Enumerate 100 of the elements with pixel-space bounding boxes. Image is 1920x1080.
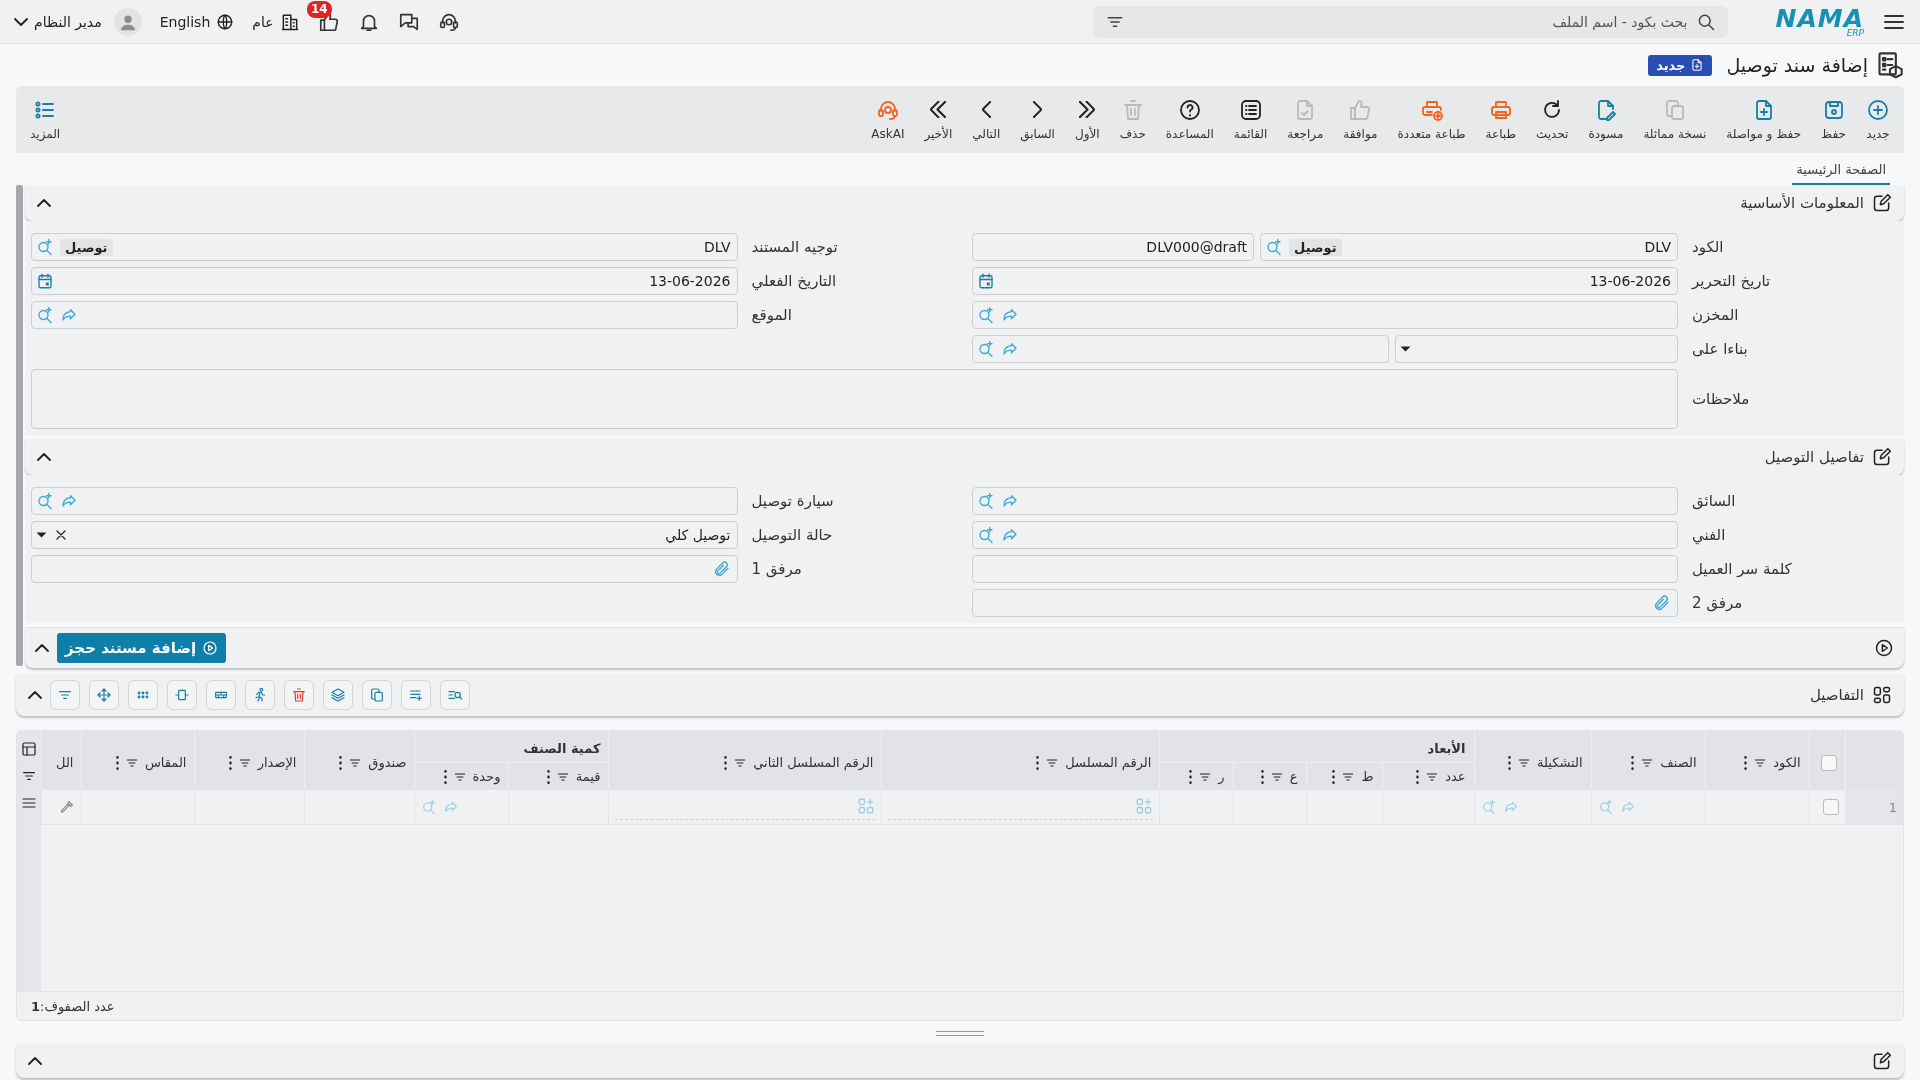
help-button[interactable]: المساعدة — [1157, 94, 1222, 145]
chevron-up-icon[interactable] — [35, 644, 49, 652]
search-field[interactable]: بحث بكود - اسم الملف — [1092, 5, 1728, 38]
column-header[interactable]: المقاس — [144, 755, 187, 770]
lookup-field[interactable] — [31, 487, 738, 515]
paperclip-icon[interactable] — [1653, 594, 1671, 612]
previous-button[interactable]: السابق — [1012, 94, 1063, 145]
kebab-icon[interactable] — [724, 755, 728, 770]
last-button[interactable]: الأخير — [916, 94, 961, 145]
number-field[interactable]: DLV000@draft — [971, 233, 1255, 261]
kebab-icon[interactable] — [1260, 769, 1264, 784]
tool-button[interactable] — [167, 680, 197, 710]
kebab-icon[interactable] — [546, 769, 550, 784]
column-header[interactable]: الرقم المسلسل الثاني — [753, 755, 874, 770]
kebab-icon[interactable] — [1189, 769, 1193, 784]
kebab-icon[interactable] — [1508, 755, 1512, 770]
kebab-icon[interactable] — [1332, 769, 1336, 784]
checkbox[interactable] — [1820, 754, 1837, 771]
play-circle-icon[interactable] — [1874, 638, 1894, 658]
multi-print-button[interactable]: طباعة متعددة — [1389, 94, 1474, 145]
add-booking-document-button[interactable]: إضافة مستند حجز — [57, 633, 227, 663]
tool-button[interactable] — [401, 680, 431, 710]
lookup-field[interactable] — [31, 301, 738, 329]
paperclip-icon[interactable] — [712, 560, 731, 578]
column-header[interactable]: الصنف — [1660, 755, 1697, 770]
section-header[interactable]: التفاصيل — [16, 674, 1904, 716]
text-field[interactable] — [971, 555, 1678, 583]
section-header[interactable]: تفاصيل التوصيل — [25, 439, 1904, 475]
column-header[interactable]: عدد — [1445, 769, 1466, 784]
tool-button[interactable] — [362, 680, 392, 710]
next-button[interactable]: التالي — [964, 94, 1009, 145]
language-button[interactable]: English — [159, 12, 235, 31]
search-plus-icon[interactable] — [36, 238, 54, 256]
kebab-icon[interactable] — [228, 755, 232, 770]
date-field[interactable]: 13-06-2026 — [31, 267, 738, 295]
lookup-field[interactable] — [971, 301, 1678, 329]
column-header[interactable]: الإصدار — [257, 755, 297, 770]
tool-button[interactable] — [89, 680, 119, 710]
search-plus-icon[interactable] — [976, 526, 995, 544]
search-plus-icon[interactable] — [1265, 238, 1284, 256]
list-button[interactable]: القائمة — [1225, 94, 1276, 145]
add-grid-icon[interactable] — [857, 796, 876, 815]
save-continue-button[interactable]: حفظ و مواصلة — [1718, 94, 1810, 145]
dropdown-field[interactable] — [1395, 335, 1678, 363]
caret-icon[interactable] — [1400, 346, 1412, 352]
search-plus-icon[interactable] — [36, 492, 54, 510]
chevron-up-icon[interactable] — [28, 691, 42, 699]
kebab-icon[interactable] — [1744, 755, 1748, 770]
column-header[interactable]: ر — [1218, 769, 1225, 784]
refresh-button[interactable]: تحديث — [1527, 94, 1577, 145]
column-header[interactable]: صندوق — [368, 755, 407, 770]
add-grid-icon[interactable] — [1135, 796, 1154, 815]
select-field[interactable]: توصيل كلي — [31, 521, 738, 549]
kebab-icon[interactable] — [1416, 769, 1420, 784]
calendar-icon[interactable] — [976, 272, 995, 290]
chevron-up-icon[interactable] — [37, 199, 51, 207]
kebab-icon[interactable] — [1631, 755, 1635, 770]
column-header[interactable]: الكود — [1773, 755, 1801, 770]
print-button[interactable]: طباعة — [1477, 94, 1524, 145]
tool-button[interactable] — [323, 680, 353, 710]
search-plus-icon[interactable] — [976, 340, 995, 358]
attachment-field[interactable] — [31, 555, 738, 583]
column-header[interactable]: ع — [1289, 769, 1298, 784]
chevron-up-icon[interactable] — [28, 1057, 42, 1065]
lookup-field[interactable] — [971, 521, 1678, 549]
checkbox[interactable] — [1822, 799, 1839, 815]
table-icon[interactable] — [21, 741, 37, 757]
column-header[interactable]: التشكيلة — [1537, 755, 1583, 770]
tool-button[interactable] — [128, 680, 158, 710]
resize-handle[interactable] — [936, 1031, 984, 1036]
kebab-icon[interactable] — [339, 755, 343, 770]
user-menu-button[interactable]: مدير النظام — [14, 7, 142, 36]
scroll-thumb[interactable] — [16, 185, 23, 666]
search-plus-icon[interactable] — [36, 306, 54, 324]
kebab-icon[interactable] — [443, 769, 447, 784]
tool-button[interactable] — [50, 680, 80, 710]
column-header[interactable]: الرقم المسلسل — [1065, 755, 1152, 770]
more-button[interactable]: المزيد — [22, 94, 69, 145]
search-plus-icon[interactable] — [976, 306, 995, 324]
section-header[interactable]: المعلومات الأساسية — [25, 185, 1904, 221]
tool-button[interactable] — [284, 680, 314, 710]
calendar-icon[interactable] — [36, 272, 54, 290]
branch-button[interactable]: عام — [252, 11, 300, 32]
column-header[interactable]: قيمة — [575, 769, 601, 784]
attachment-field[interactable] — [971, 589, 1678, 617]
kebab-icon[interactable] — [1036, 755, 1040, 770]
new-button[interactable]: جديد — [1858, 94, 1898, 145]
lookup-field[interactable] — [971, 487, 1678, 515]
column-header[interactable]: وحدة — [472, 769, 501, 784]
draft-button[interactable]: مسودة — [1580, 94, 1632, 145]
ask-ai-button[interactable]: AskAI — [863, 94, 913, 145]
search-plus-icon[interactable] — [976, 492, 995, 510]
tool-button[interactable] — [206, 680, 236, 710]
kebab-icon[interactable] — [115, 755, 119, 770]
tool-button[interactable] — [440, 680, 470, 710]
pipette-icon[interactable] — [59, 799, 76, 815]
first-button[interactable]: الأول — [1066, 94, 1108, 145]
column-header[interactable]: ط — [1361, 769, 1374, 784]
column-header[interactable]: الل — [56, 755, 74, 770]
chevron-up-icon[interactable] — [37, 453, 51, 461]
